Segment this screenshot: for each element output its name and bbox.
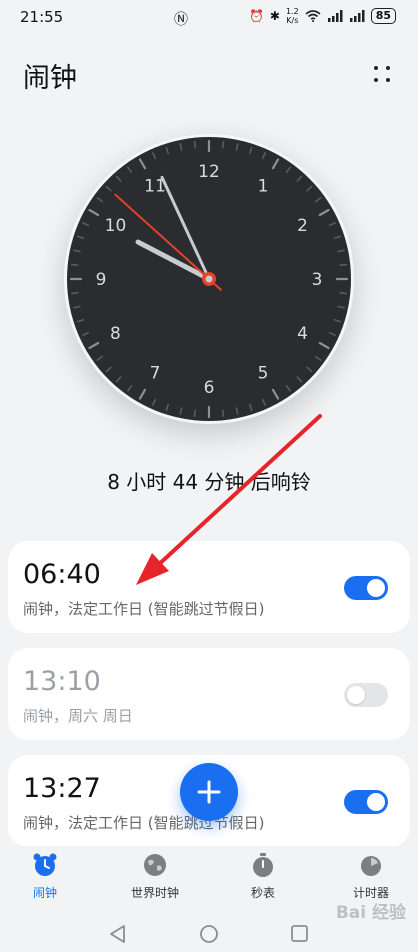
clock-center-inner [205,275,213,283]
alarm-toggle[interactable] [344,576,388,600]
tab-stopwatch[interactable]: 秒表 [218,852,308,901]
nav-recents-icon[interactable] [291,925,308,942]
analog-clock: 12 1 2 3 4 5 6 7 8 9 10 11 [64,134,354,424]
tab-label: 秒表 [250,886,275,900]
nav-back-icon[interactable] [110,925,125,943]
page-title: 闹钟 [23,63,77,94]
alarm-status-icon: ⏰ [248,9,264,23]
clock-tick [70,291,79,295]
clock-number: 5 [258,364,269,384]
status-time: 21:55 [20,8,64,26]
alarm-item-0[interactable]: 06:40 闹钟，法定工作日 (智能跳过节假日) [8,541,410,633]
signal-icon-1 [327,10,343,22]
clock-tick [339,263,348,267]
clock-number: 7 [150,364,161,384]
clock-tick [193,140,197,149]
watermark: Bai 经验 [335,903,406,923]
stopwatch-icon [253,853,273,877]
network-speed: 1.2 K/s [285,7,299,25]
clock-number: 1 [258,176,269,196]
alarm-toggle[interactable] [344,683,388,707]
header: 闹钟 [0,52,418,96]
bluetooth-icon: ✱ [269,9,280,23]
alarm-time: 06:40 [23,559,101,590]
signal-icon-2 [349,10,365,22]
clock-number: 2 [297,216,308,236]
alarm-time: 13:10 [23,666,101,697]
clock-tick [193,409,197,418]
clock-tick [221,140,225,149]
clock-number: 10 [105,216,127,236]
tab-label: 闹钟 [32,886,57,900]
alarm-toggle[interactable] [344,790,388,814]
plus-icon [197,780,221,804]
clock-number: 12 [198,162,220,182]
alarm-desc: 闹钟，法定工作日 (智能跳过节假日) [23,814,265,832]
clock-number: 4 [297,324,308,344]
wifi-icon [305,10,321,22]
alarm-desc: 闹钟，法定工作日 (智能跳过节假日) [23,600,265,618]
globe-icon [144,854,166,876]
clock-face: 121234567891011 [67,137,351,421]
toggle-knob [367,793,385,811]
clock-number: 3 [312,270,323,290]
toggle-knob [367,579,385,597]
ring-countdown: 8 小时 44 分钟 后响铃 [107,470,311,494]
tab-timer[interactable]: 计时器 [326,852,416,901]
clock-tick [221,409,225,418]
tab-alarm[interactable]: 闹钟 [0,852,90,901]
tab-world-clock[interactable]: 世界时钟 [110,852,200,901]
more-options-icon[interactable] [372,64,392,84]
clock-number: 8 [110,324,121,344]
clock-number: 6 [204,378,215,398]
alarm-time: 13:27 [23,773,101,804]
timer-icon [361,856,381,876]
alarm-desc: 闹钟，周六 周日 [23,707,133,725]
battery-indicator: 85 [370,8,396,24]
nav-home-icon[interactable] [200,925,218,943]
clock-tick [70,263,79,267]
add-alarm-button[interactable] [180,763,238,821]
status-bar: 21:55 Ⓝ ⏰ ✱ 1.2 K/s 85 [0,0,418,36]
clock-tick [339,291,348,295]
clock-number: 9 [96,270,107,290]
status-icons: ⏰ ✱ 1.2 K/s 85 [249,7,396,25]
alarm-clock-icon [33,853,57,876]
alarm-item-1[interactable]: 13:10 闹钟，周六 周日 [8,648,410,740]
nfc-icon: Ⓝ [174,12,188,28]
toggle-knob [347,686,365,704]
tab-label: 世界时钟 [130,886,179,900]
